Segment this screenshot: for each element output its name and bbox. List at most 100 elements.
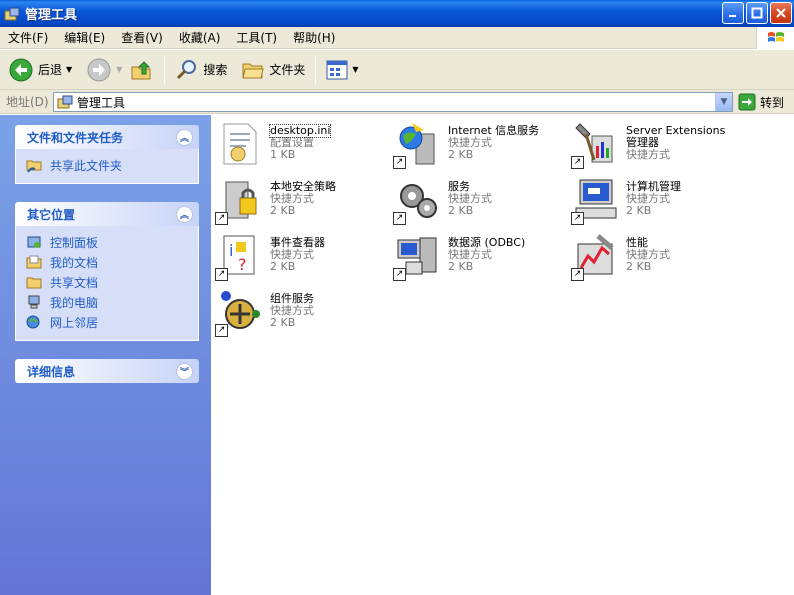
my-computer-icon (28, 295, 40, 309)
network-places-link[interactable]: 网上邻居 (26, 312, 188, 332)
shortcut-arrow-icon: ↗ (215, 324, 228, 337)
address-bar: 地址(D) 管理工具 ▼ 转到 (0, 90, 794, 114)
back-dropdown-icon[interactable]: ▼ (66, 65, 72, 74)
folders-icon (242, 63, 264, 78)
file-item-computer-management[interactable]: ↗ 计算机管理 快捷方式 2 KB (569, 173, 744, 227)
link-label: 共享文档 (50, 275, 99, 290)
minimize-button[interactable] (722, 2, 744, 24)
shortcut-arrow-icon: ↗ (571, 268, 584, 281)
folders-button[interactable]: 文件夹 (237, 52, 309, 88)
shortcut-arrow-icon: ↗ (393, 268, 406, 281)
close-button[interactable] (770, 2, 792, 24)
file-size: 2 KB (448, 260, 474, 273)
link-label: 我的电脑 (50, 295, 99, 310)
link-label: 控制面板 (50, 235, 99, 250)
file-item-local-security-policy[interactable]: ↗ 本地安全策略 快捷方式 2 KB (213, 173, 388, 227)
file-item-event-viewer[interactable]: i ? ↗ 事件查看器 快捷方式 2 KB (213, 229, 388, 283)
shared-documents-icon (26, 277, 42, 289)
shortcut-arrow-icon: ↗ (571, 212, 584, 225)
address-input[interactable]: 管理工具 ▼ (53, 92, 733, 112)
maximize-button[interactable] (746, 2, 768, 24)
windows-logo-icon (756, 27, 794, 49)
link-label: 共享此文件夹 (50, 158, 123, 173)
my-computer-link[interactable]: 我的电脑 (26, 292, 188, 312)
panel-title: 文件和文件夹任务 (27, 130, 124, 145)
panel-header[interactable]: 详细信息 ︾ (15, 359, 199, 383)
views-icon (326, 60, 348, 79)
menu-favorites[interactable]: 收藏(A) (171, 27, 229, 49)
file-item-services[interactable]: ↗ 服务 快捷方式 2 KB (391, 173, 566, 227)
shortcut-arrow-icon: ↗ (215, 212, 228, 225)
file-folder-tasks-panel: 文件和文件夹任务 ︽ 共享此文件夹 (15, 125, 199, 184)
file-type: 快捷方式 (626, 148, 670, 161)
toolbar-separator (315, 55, 317, 84)
file-item-performance[interactable]: ↗ 性能 快捷方式 2 KB (569, 229, 744, 283)
details-panel: 详细信息 ︾ (15, 359, 199, 383)
file-list-view: desktop.ini 配置设置 1 KB ↗ Internet 信息服务 快捷… (211, 115, 794, 595)
folders-label: 文件夹 (269, 63, 306, 77)
shortcut-arrow-icon: ↗ (393, 156, 406, 169)
file-size: 2 KB (626, 260, 652, 273)
share-folder-link[interactable]: 共享此文件夹 (26, 155, 188, 175)
window-title: 管理工具 (25, 8, 78, 23)
menu-edit[interactable]: 编辑(E) (56, 27, 113, 49)
search-button[interactable]: 搜索 (171, 52, 231, 88)
file-size: 2 KB (448, 148, 474, 161)
views-dropdown-icon[interactable]: ▼ (352, 65, 358, 74)
menu-help[interactable]: 帮助(H) (285, 27, 343, 49)
address-label: 地址(D) (6, 95, 49, 109)
search-label: 搜索 (203, 63, 228, 77)
link-label: 我的文档 (50, 255, 99, 270)
panel-header[interactable]: 其它位置 ︽ (15, 202, 199, 226)
close-icon (776, 8, 786, 18)
views-button[interactable]: ▼ (322, 52, 362, 88)
menu-bar: 文件(F) 编辑(E) 查看(V) 收藏(A) 工具(T) 帮助(H) (0, 27, 794, 49)
go-button[interactable]: 转到 (738, 93, 784, 111)
menu-file[interactable]: 文件(F) (0, 27, 56, 49)
go-label: 转到 (760, 95, 785, 110)
svg-text:?: ? (238, 255, 247, 274)
panel-header[interactable]: 文件和文件夹任务 ︽ (15, 125, 199, 149)
menu-view[interactable]: 查看(V) (113, 27, 171, 49)
toolbar: 后退 ▼ ▼ 搜索 文件夹 ▼ (0, 50, 794, 90)
file-item-component-services[interactable]: ↗ 组件服务 快捷方式 2 KB (213, 285, 388, 339)
go-arrow-icon (738, 93, 756, 111)
file-item-internet-information-services[interactable]: ↗ Internet 信息服务 快捷方式 2 KB (391, 117, 566, 171)
forward-arrow-icon (87, 58, 111, 81)
other-places-panel: 其它位置 ︽ 控制面板 我的文档 共享文档 我的电脑 网上邻居 (15, 202, 199, 341)
up-folder-icon (131, 60, 151, 79)
back-button[interactable]: 后退 ▼ (4, 52, 76, 88)
forward-button[interactable]: ▼ (82, 52, 126, 88)
forward-dropdown-icon[interactable]: ▼ (116, 65, 122, 74)
address-value: 管理工具 (77, 95, 126, 110)
control-panel-link[interactable]: 控制面板 (26, 232, 188, 252)
link-label: 网上邻居 (50, 315, 99, 330)
task-pane: 文件和文件夹任务 ︽ 共享此文件夹 其它位置 ︽ 控制面板 我的文档 共享文档 … (0, 115, 211, 595)
file-item-desktop-ini[interactable]: desktop.ini 配置设置 1 KB (213, 117, 388, 171)
admin-tools-icon (4, 7, 20, 20)
collapse-icon[interactable]: ︽ (176, 205, 193, 223)
control-panel-icon (27, 236, 41, 248)
title-bar: 管理工具 (0, 0, 794, 27)
file-size: 2 KB (270, 204, 296, 217)
back-arrow-icon (9, 58, 33, 81)
maximize-icon (751, 7, 763, 19)
shortcut-arrow-icon: ↗ (393, 212, 406, 225)
file-item-server-extensions-manager[interactable]: ↗ Server Extensions 管理器 快捷方式 (569, 117, 744, 171)
ini-file-icon (223, 123, 257, 165)
expand-icon[interactable]: ︾ (176, 362, 193, 380)
network-places-icon (26, 315, 40, 329)
file-item-data-sources-odbc[interactable]: ↗ 数据源 (ODBC) 快捷方式 2 KB (391, 229, 566, 283)
svg-text:i: i (229, 241, 233, 260)
menu-tools[interactable]: 工具(T) (228, 27, 285, 49)
collapse-icon[interactable]: ︽ (176, 128, 193, 146)
address-dropdown-button[interactable]: ▼ (715, 93, 732, 111)
shared-documents-link[interactable]: 共享文档 (26, 272, 188, 292)
back-label: 后退 (38, 63, 63, 77)
up-folder-button[interactable] (126, 52, 158, 88)
shortcut-arrow-icon: ↗ (571, 156, 584, 169)
my-documents-link[interactable]: 我的文档 (26, 252, 188, 272)
file-size: 2 KB (270, 260, 296, 273)
file-size: 2 KB (448, 204, 474, 217)
admin-tools-icon (57, 95, 73, 109)
